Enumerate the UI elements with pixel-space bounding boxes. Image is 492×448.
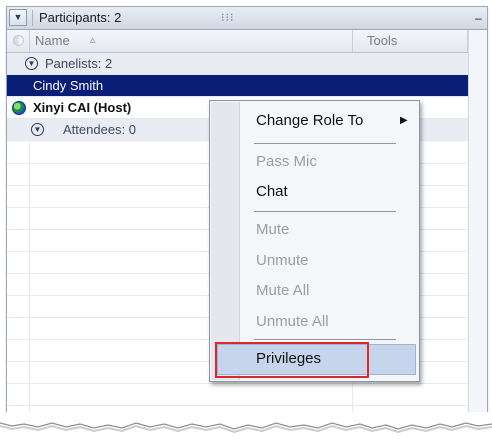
menu-separator <box>254 143 396 144</box>
participant-row-selected[interactable]: Cindy Smith <box>7 75 487 97</box>
panelists-group-row[interactable]: ▼ Panelists: 2 <box>7 53 487 75</box>
grid-line <box>7 405 487 406</box>
menu-item-mute[interactable]: Mute <box>256 221 289 239</box>
tools-column-header[interactable]: Tools <box>367 33 397 49</box>
torn-edge-decoration <box>0 412 492 434</box>
column-divider <box>352 30 353 52</box>
menu-separator <box>254 339 396 340</box>
participant-context-menu: Change Role To ▶ Pass Mic Chat Mute Unmu… <box>209 100 420 382</box>
menu-item-change-role[interactable]: Change Role To <box>256 112 363 130</box>
attendees-group-label: Attendees: 0 <box>63 122 136 137</box>
sort-indicator-icon: ▵ <box>90 34 96 46</box>
grid-line <box>7 383 487 384</box>
globe-icon <box>12 101 26 115</box>
host-name: Xinyi CAI (Host) <box>33 100 132 115</box>
annotation-highlight-box <box>215 342 369 378</box>
menu-separator <box>254 211 396 212</box>
menu-item-mute-all[interactable]: Mute All <box>256 282 309 300</box>
expand-toggle-icon[interactable]: ▼ <box>25 57 38 70</box>
status-column-icon[interactable] <box>13 35 24 46</box>
panelists-group-label: Panelists: 2 <box>45 56 113 71</box>
screenshot-stage: ▼ Participants: 2 ⁝⁝⁝ – Name ▵ Tools ▼ P… <box>0 0 492 448</box>
name-column-header[interactable]: Name <box>35 33 70 49</box>
panel-title: Participants: 2 <box>39 10 122 25</box>
panel-titlebar: ▼ Participants: 2 ⁝⁝⁝ – <box>7 7 487 30</box>
minimize-icon[interactable]: – <box>475 10 487 26</box>
column-header: Name ▵ Tools <box>7 30 487 53</box>
menu-item-unmute[interactable]: Unmute <box>256 252 309 270</box>
triangle-down-icon[interactable]: ▼ <box>9 9 27 26</box>
menu-item-chat[interactable]: Chat <box>256 183 288 201</box>
title-separator <box>32 10 33 26</box>
grip-dots-icon[interactable]: ⁝⁝⁝ <box>221 11 235 24</box>
menu-item-pass-mic[interactable]: Pass Mic <box>256 153 317 171</box>
submenu-arrow-icon: ▶ <box>400 115 408 126</box>
vertical-scrollbar[interactable] <box>468 30 487 419</box>
menu-icon-gutter <box>211 102 240 380</box>
expand-toggle-icon[interactable]: ▼ <box>31 123 44 136</box>
menu-item-unmute-all[interactable]: Unmute All <box>256 313 329 331</box>
participant-name: Cindy Smith <box>33 78 104 93</box>
column-divider <box>29 30 30 52</box>
